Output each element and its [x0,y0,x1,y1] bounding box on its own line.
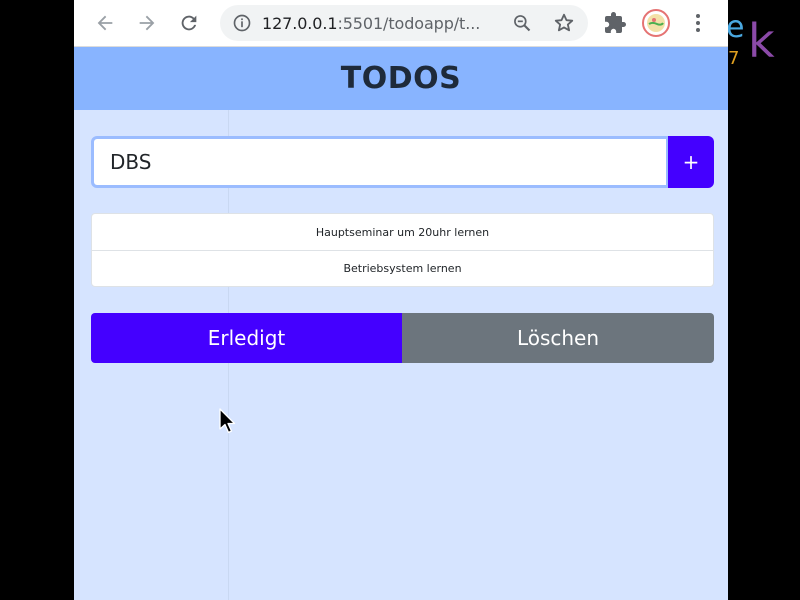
address-bar[interactable]: 127.0.0.1:5501/todoapp/t... [220,5,588,41]
app-header: TODOS [74,47,728,110]
backdrop-logo-letter-k: k [748,14,775,68]
new-todo-form: + [91,136,714,188]
todo-item[interactable]: Betriebsystem lernen [92,250,713,286]
info-icon[interactable] [232,13,252,33]
todo-item[interactable]: Hauptseminar um 20uhr lernen [92,214,713,250]
back-icon[interactable] [92,10,118,36]
forward-icon[interactable] [134,10,160,36]
todo-list: Hauptseminar um 20uhr lernen Betriebsyst… [91,213,714,287]
profile-avatar[interactable] [642,9,670,37]
zoom-out-icon[interactable] [512,13,532,33]
mark-done-button[interactable]: Erledigt [91,313,402,363]
backdrop-logo-letter-e: e [726,10,745,45]
url-text: 127.0.0.1:5501/todoapp/t... [262,14,480,33]
url-host: 127.0.0.1 [262,14,338,33]
extensions-puzzle-icon[interactable] [603,11,627,35]
more-menu-icon[interactable] [686,11,710,35]
browser-window: 127.0.0.1:5501/todoapp/t... TODOS + Haup… [74,0,728,600]
reload-icon[interactable] [176,10,202,36]
mouse-pointer-icon [219,408,236,434]
todo-actions: Erledigt Löschen [91,313,714,363]
todo-input[interactable] [91,136,669,188]
delete-button[interactable]: Löschen [402,313,714,363]
url-path: :5501/todoapp/t... [337,14,481,33]
page-title: TODOS [340,61,462,96]
bookmark-star-icon[interactable] [553,12,575,34]
backdrop-logo-digit: 7 [728,48,740,69]
add-todo-button[interactable]: + [668,136,714,188]
browser-toolbar: 127.0.0.1:5501/todoapp/t... [74,0,728,47]
